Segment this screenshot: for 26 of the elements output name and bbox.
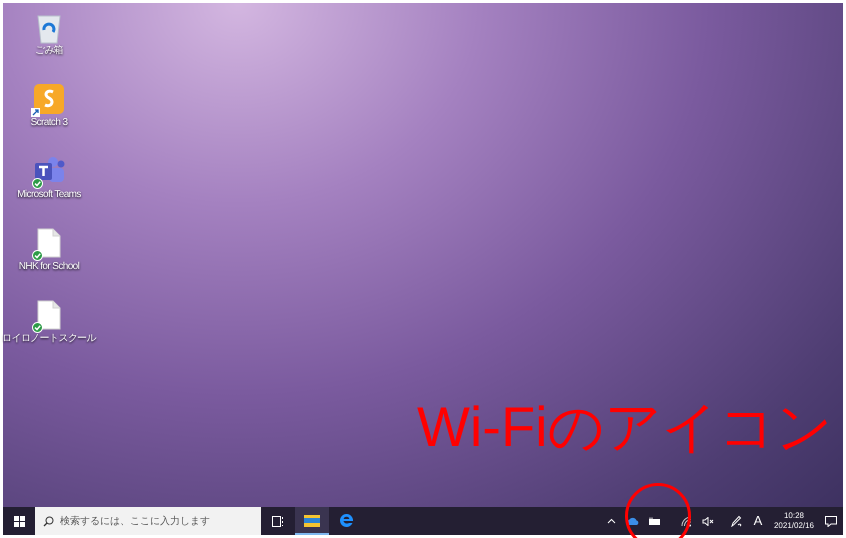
wifi-icon bbox=[680, 516, 692, 526]
document-icon bbox=[37, 300, 61, 330]
pen-icon bbox=[730, 515, 742, 527]
taskbar-app[interactable] bbox=[295, 507, 329, 535]
battery-icon bbox=[648, 516, 660, 526]
chevron-up-icon bbox=[606, 518, 616, 524]
search-input[interactable]: 検索するには、ここに入力します bbox=[60, 514, 253, 528]
desktop-icon-label[interactable]: NHK for School bbox=[18, 261, 80, 273]
message-icon bbox=[825, 516, 837, 526]
clock-button[interactable]: 10:28 2021/02/16 bbox=[769, 507, 819, 535]
speaker-muted-icon bbox=[702, 516, 714, 526]
scratch-icon bbox=[33, 83, 65, 115]
edge-icon bbox=[338, 512, 354, 528]
search-field[interactable]: 検索するには、ここに入力します bbox=[35, 507, 261, 535]
desktop-icon-label[interactable]: ごみ箱 bbox=[34, 45, 64, 57]
cloud-icon bbox=[626, 517, 638, 525]
folder-icon bbox=[304, 514, 320, 526]
desktop-icon-label[interactable]: Microsoft Teams bbox=[17, 189, 81, 201]
task-view-icon bbox=[272, 516, 284, 526]
ime-button[interactable]: A bbox=[747, 507, 769, 535]
annotation-text: Wi-Fiのアイコン bbox=[417, 395, 833, 459]
desktop-icon-label[interactable]: ロイロノートスクール bbox=[2, 333, 96, 345]
search-icon bbox=[43, 516, 54, 526]
document-icon bbox=[37, 228, 61, 258]
desktop-icon-label[interactable]: Scratch 3 bbox=[30, 117, 68, 129]
windows-icon bbox=[14, 516, 24, 526]
